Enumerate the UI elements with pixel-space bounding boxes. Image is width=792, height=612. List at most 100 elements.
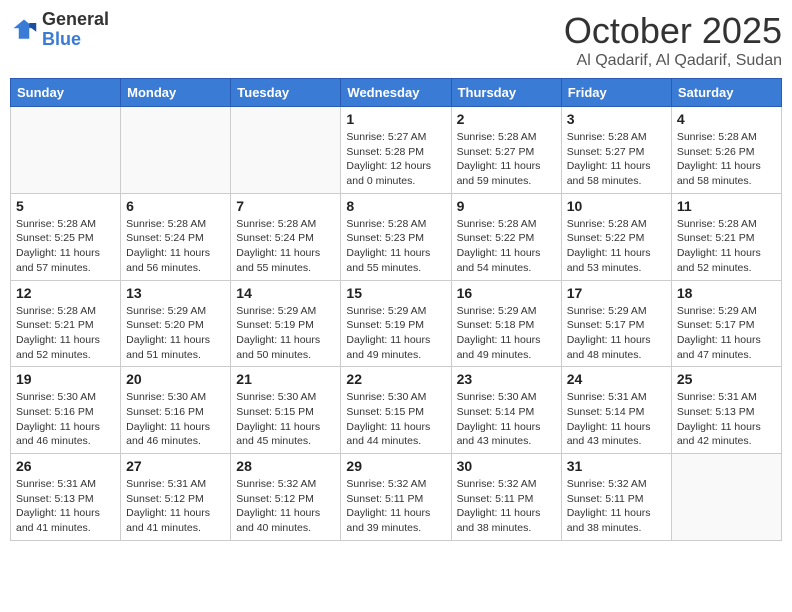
day-info: Sunrise: 5:30 AM Sunset: 5:15 PM Dayligh…: [236, 390, 335, 449]
day-info: Sunrise: 5:29 AM Sunset: 5:19 PM Dayligh…: [236, 304, 335, 363]
calendar-cell: 29Sunrise: 5:32 AM Sunset: 5:11 PM Dayli…: [341, 454, 451, 541]
calendar-cell: 5 Sunrise: 5:28 AM Sunset: 5:25 PM Daylig…: [11, 193, 121, 280]
calendar-cell: [231, 107, 341, 194]
day-number: 16: [457, 285, 556, 301]
day-info: Sunrise: 5:31 AM Sunset: 5:13 PM Dayligh…: [16, 477, 115, 536]
day-info: Sunrise: 5:30 AM Sunset: 5:15 PM Dayligh…: [346, 390, 445, 449]
day-info: Sunrise: 5:30 AM Sunset: 5:14 PM Dayligh…: [457, 390, 556, 449]
day-number: 28: [236, 458, 335, 474]
day-number: 26: [16, 458, 115, 474]
calendar-cell: 20 Sunrise: 5:30 AM Sunset: 5:16 PM Dayli…: [121, 367, 231, 454]
day-info: Sunrise: 5:28 AM Sunset: 5:23 PM Dayligh…: [346, 217, 445, 276]
day-number: 20: [126, 371, 225, 387]
calendar-cell: 15Sunrise: 5:29 AM Sunset: 5:19 PM Dayli…: [341, 280, 451, 367]
calendar-cell: 13 Sunrise: 5:29 AM Sunset: 5:20 PM Dayli…: [121, 280, 231, 367]
calendar-cell: 19 Sunrise: 5:30 AM Sunset: 5:16 PM Dayli…: [11, 367, 121, 454]
day-number: 21: [236, 371, 335, 387]
day-number: 30: [457, 458, 556, 474]
day-number: 3: [567, 111, 666, 127]
calendar-cell: 27Sunrise: 5:31 AM Sunset: 5:12 PM Dayli…: [121, 454, 231, 541]
weekday-header-wednesday: Wednesday: [341, 79, 451, 107]
day-number: 22: [346, 371, 445, 387]
day-number: 5: [16, 198, 115, 214]
logo: General Blue: [10, 10, 109, 50]
title-block: October 2025 Al Qadarif, Al Qadarif, Sud…: [564, 10, 782, 70]
logo-blue: Blue: [42, 29, 81, 49]
calendar-cell: 9 Sunrise: 5:28 AM Sunset: 5:22 PM Daylig…: [451, 193, 561, 280]
day-info: Sunrise: 5:29 AM Sunset: 5:20 PM Dayligh…: [126, 304, 225, 363]
day-number: 23: [457, 371, 556, 387]
weekday-header-row: SundayMondayTuesdayWednesdayThursdayFrid…: [11, 79, 782, 107]
day-info: Sunrise: 5:28 AM Sunset: 5:27 PM Dayligh…: [457, 130, 556, 189]
logo-general: General: [42, 9, 109, 29]
calendar-cell: 10 Sunrise: 5:28 AM Sunset: 5:22 PM Dayli…: [561, 193, 671, 280]
day-number: 17: [567, 285, 666, 301]
day-info: Sunrise: 5:31 AM Sunset: 5:12 PM Dayligh…: [126, 477, 225, 536]
calendar-cell: 25 Sunrise: 5:31 AM Sunset: 5:13 PM Dayli…: [671, 367, 781, 454]
day-info: Sunrise: 5:28 AM Sunset: 5:22 PM Dayligh…: [457, 217, 556, 276]
day-info: Sunrise: 5:28 AM Sunset: 5:25 PM Dayligh…: [16, 217, 115, 276]
calendar-cell: 7Sunrise: 5:28 AM Sunset: 5:24 PM Daylig…: [231, 193, 341, 280]
calendar-cell: 21 Sunrise: 5:30 AM Sunset: 5:15 PM Dayli…: [231, 367, 341, 454]
day-info: Sunrise: 5:28 AM Sunset: 5:21 PM Dayligh…: [16, 304, 115, 363]
logo-text: General Blue: [42, 10, 109, 50]
calendar-cell: 22 Sunrise: 5:30 AM Sunset: 5:15 PM Dayli…: [341, 367, 451, 454]
day-number: 19: [16, 371, 115, 387]
day-info: Sunrise: 5:30 AM Sunset: 5:16 PM Dayligh…: [126, 390, 225, 449]
day-number: 14: [236, 285, 335, 301]
day-number: 12: [16, 285, 115, 301]
page-header: General Blue October 2025 Al Qadarif, Al…: [10, 10, 782, 70]
week-row-3: 12 Sunrise: 5:28 AM Sunset: 5:21 PM Dayli…: [11, 280, 782, 367]
day-info: Sunrise: 5:27 AM Sunset: 5:28 PM Dayligh…: [346, 130, 445, 189]
weekday-header-friday: Friday: [561, 79, 671, 107]
calendar-cell: 11 Sunrise: 5:28 AM Sunset: 5:21 PM Dayli…: [671, 193, 781, 280]
day-number: 25: [677, 371, 776, 387]
calendar-cell: 24 Sunrise: 5:31 AM Sunset: 5:14 PM Dayli…: [561, 367, 671, 454]
calendar-cell: 1Sunrise: 5:27 AM Sunset: 5:28 PM Daylig…: [341, 107, 451, 194]
weekday-header-tuesday: Tuesday: [231, 79, 341, 107]
week-row-1: 1Sunrise: 5:27 AM Sunset: 5:28 PM Daylig…: [11, 107, 782, 194]
calendar-cell: 3Sunrise: 5:28 AM Sunset: 5:27 PM Daylig…: [561, 107, 671, 194]
day-info: Sunrise: 5:28 AM Sunset: 5:21 PM Dayligh…: [677, 217, 776, 276]
day-number: 2: [457, 111, 556, 127]
day-number: 9: [457, 198, 556, 214]
calendar-cell: 31Sunrise: 5:32 AM Sunset: 5:11 PM Dayli…: [561, 454, 671, 541]
weekday-header-saturday: Saturday: [671, 79, 781, 107]
calendar-cell: 14 Sunrise: 5:29 AM Sunset: 5:19 PM Dayli…: [231, 280, 341, 367]
calendar-cell: 17 Sunrise: 5:29 AM Sunset: 5:17 PM Dayli…: [561, 280, 671, 367]
calendar-cell: 16 Sunrise: 5:29 AM Sunset: 5:18 PM Dayli…: [451, 280, 561, 367]
day-number: 6: [126, 198, 225, 214]
calendar-cell: 23 Sunrise: 5:30 AM Sunset: 5:14 PM Dayli…: [451, 367, 561, 454]
day-info: Sunrise: 5:29 AM Sunset: 5:17 PM Dayligh…: [567, 304, 666, 363]
day-info: Sunrise: 5:29 AM Sunset: 5:17 PM Dayligh…: [677, 304, 776, 363]
day-number: 24: [567, 371, 666, 387]
day-info: Sunrise: 5:28 AM Sunset: 5:26 PM Dayligh…: [677, 130, 776, 189]
calendar-cell: 8Sunrise: 5:28 AM Sunset: 5:23 PM Daylig…: [341, 193, 451, 280]
day-number: 15: [346, 285, 445, 301]
calendar-cell: [11, 107, 121, 194]
day-info: Sunrise: 5:31 AM Sunset: 5:14 PM Dayligh…: [567, 390, 666, 449]
day-info: Sunrise: 5:32 AM Sunset: 5:11 PM Dayligh…: [457, 477, 556, 536]
day-info: Sunrise: 5:31 AM Sunset: 5:13 PM Dayligh…: [677, 390, 776, 449]
calendar-cell: [121, 107, 231, 194]
day-info: Sunrise: 5:29 AM Sunset: 5:18 PM Dayligh…: [457, 304, 556, 363]
day-number: 10: [567, 198, 666, 214]
logo-icon: [10, 16, 38, 44]
calendar-cell: 30 Sunrise: 5:32 AM Sunset: 5:11 PM Dayli…: [451, 454, 561, 541]
day-info: Sunrise: 5:28 AM Sunset: 5:22 PM Dayligh…: [567, 217, 666, 276]
week-row-5: 26 Sunrise: 5:31 AM Sunset: 5:13 PM Dayli…: [11, 454, 782, 541]
calendar-cell: 12 Sunrise: 5:28 AM Sunset: 5:21 PM Dayli…: [11, 280, 121, 367]
day-number: 11: [677, 198, 776, 214]
day-info: Sunrise: 5:32 AM Sunset: 5:12 PM Dayligh…: [236, 477, 335, 536]
day-info: Sunrise: 5:32 AM Sunset: 5:11 PM Dayligh…: [567, 477, 666, 536]
calendar-cell: 18Sunrise: 5:29 AM Sunset: 5:17 PM Dayli…: [671, 280, 781, 367]
day-info: Sunrise: 5:28 AM Sunset: 5:24 PM Dayligh…: [126, 217, 225, 276]
day-number: 13: [126, 285, 225, 301]
day-info: Sunrise: 5:30 AM Sunset: 5:16 PM Dayligh…: [16, 390, 115, 449]
day-number: 29: [346, 458, 445, 474]
location-title: Al Qadarif, Al Qadarif, Sudan: [564, 52, 782, 70]
weekday-header-thursday: Thursday: [451, 79, 561, 107]
calendar-cell: 4Sunrise: 5:28 AM Sunset: 5:26 PM Daylig…: [671, 107, 781, 194]
week-row-2: 5 Sunrise: 5:28 AM Sunset: 5:25 PM Daylig…: [11, 193, 782, 280]
month-title: October 2025: [564, 10, 782, 52]
